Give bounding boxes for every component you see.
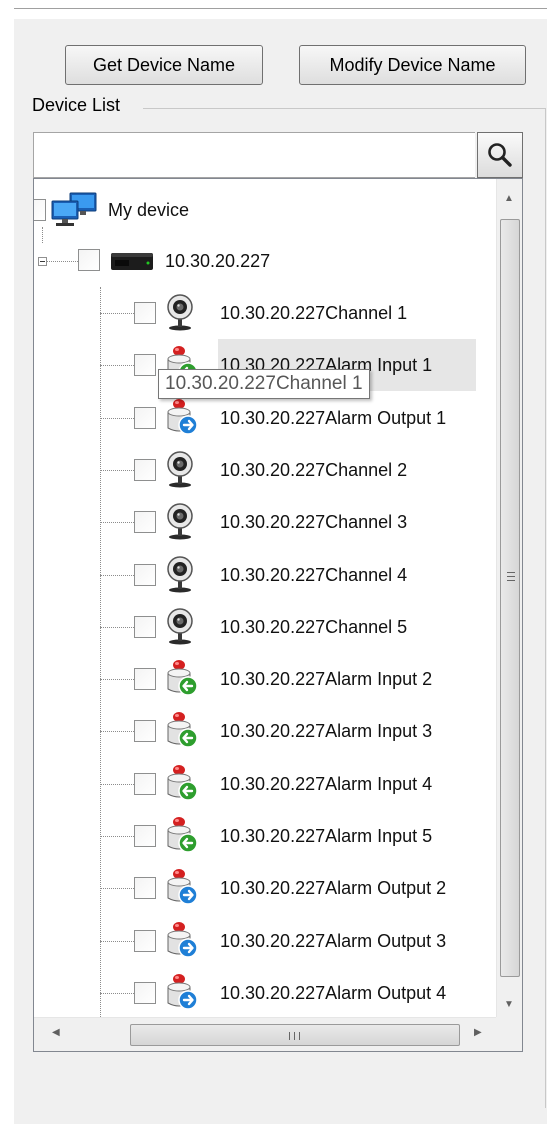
tree-connector bbox=[100, 627, 134, 628]
tree-item-label[interactable]: 10.30.20.227Channel 2 bbox=[220, 459, 407, 481]
device-list-label: Device List bbox=[32, 95, 121, 115]
search-button[interactable] bbox=[477, 132, 523, 178]
channel-checkbox[interactable] bbox=[134, 407, 156, 429]
channel-checkbox[interactable] bbox=[134, 720, 156, 742]
channel-checkbox[interactable] bbox=[134, 564, 156, 586]
tree-connector bbox=[100, 575, 134, 576]
channel-checkbox[interactable] bbox=[134, 930, 156, 952]
webcam-icon bbox=[164, 555, 198, 593]
tree-connector bbox=[100, 784, 134, 785]
alarm-input-icon bbox=[164, 816, 198, 854]
tree-connector bbox=[100, 888, 134, 889]
tree-connector bbox=[100, 470, 134, 471]
alarm-input-icon bbox=[164, 764, 198, 802]
device-search-input[interactable] bbox=[33, 132, 475, 178]
scroll-left-icon[interactable]: ◀ bbox=[52, 1027, 60, 1038]
group-box-right-border bbox=[545, 108, 546, 1108]
top-divider bbox=[14, 8, 547, 9]
webcam-icon bbox=[164, 293, 198, 331]
tree-item-label[interactable]: 10.30.20.227Channel 3 bbox=[220, 511, 407, 533]
network-computers-icon bbox=[51, 192, 97, 226]
horizontal-scrollbar[interactable]: ◀ ▶ bbox=[34, 1017, 496, 1051]
tree-item-label[interactable]: 10.30.20.227Alarm Output 2 bbox=[220, 877, 446, 899]
tree-connector bbox=[100, 941, 134, 942]
channel-checkbox[interactable] bbox=[134, 302, 156, 324]
tree-device-label[interactable]: 10.30.20.227 bbox=[165, 250, 270, 272]
tree-item-label[interactable]: 10.30.20.227Alarm Output 4 bbox=[220, 982, 446, 1004]
alarm-output-icon bbox=[164, 921, 198, 959]
tree-connector bbox=[100, 365, 134, 366]
tree-connector bbox=[42, 261, 78, 262]
group-box-top-border bbox=[143, 108, 545, 109]
grip-icon bbox=[507, 572, 515, 581]
tree-item-label[interactable]: 10.30.20.227Alarm Input 3 bbox=[220, 720, 432, 742]
tree-root-label[interactable]: My device bbox=[108, 199, 189, 221]
get-device-name-button[interactable]: Get Device Name bbox=[65, 45, 263, 85]
tree-connector bbox=[100, 522, 134, 523]
channel-checkbox[interactable] bbox=[134, 773, 156, 795]
horizontal-scroll-thumb[interactable] bbox=[130, 1024, 460, 1046]
dvr-device-icon bbox=[111, 253, 153, 270]
tree-connector bbox=[100, 313, 134, 314]
scrollbar-corner bbox=[496, 1017, 522, 1051]
channel-checkbox[interactable] bbox=[134, 354, 156, 376]
webcam-icon bbox=[164, 607, 198, 645]
scroll-down-icon[interactable]: ▼ bbox=[504, 999, 514, 1010]
tree-connector bbox=[100, 731, 134, 732]
scroll-up-icon[interactable]: ▲ bbox=[504, 193, 514, 204]
tree-connector bbox=[100, 993, 134, 994]
vertical-scroll-thumb[interactable] bbox=[500, 219, 520, 977]
scroll-right-icon[interactable]: ▶ bbox=[474, 1027, 482, 1038]
alarm-output-icon bbox=[164, 973, 198, 1011]
alarm-input-icon bbox=[164, 711, 198, 749]
tree-item-label[interactable]: 10.30.20.227Alarm Input 2 bbox=[220, 668, 432, 690]
channel-checkbox[interactable] bbox=[134, 668, 156, 690]
alarm-input-icon bbox=[164, 659, 198, 697]
tree-item-label[interactable]: 10.30.20.227Alarm Input 4 bbox=[220, 773, 432, 795]
tree-connector bbox=[42, 227, 43, 243]
webcam-icon bbox=[164, 502, 198, 540]
tooltip: 10.30.20.227Channel 1 bbox=[158, 369, 370, 399]
device-tree[interactable]: My device 10.30.20.227 10.30.20.227Chann… bbox=[33, 178, 523, 1052]
tree-connector bbox=[100, 287, 101, 1051]
tree-item-label[interactable]: 10.30.20.227Alarm Input 5 bbox=[220, 825, 432, 847]
channel-checkbox[interactable] bbox=[134, 459, 156, 481]
modify-device-name-button[interactable]: Modify Device Name bbox=[299, 45, 526, 85]
root-checkbox[interactable] bbox=[34, 199, 46, 221]
magnifier-icon bbox=[488, 143, 512, 167]
channel-checkbox[interactable] bbox=[134, 511, 156, 533]
tree-connector bbox=[100, 679, 134, 680]
tree-item-label[interactable]: 10.30.20.227Channel 1 bbox=[220, 302, 407, 324]
device-checkbox[interactable] bbox=[78, 249, 100, 271]
tree-connector bbox=[100, 418, 134, 419]
tree-item-label[interactable]: 10.30.20.227Alarm Output 3 bbox=[220, 930, 446, 952]
tree-item-label[interactable]: 10.30.20.227Channel 5 bbox=[220, 616, 407, 638]
tree-item-label[interactable]: 10.30.20.227Channel 4 bbox=[220, 564, 407, 586]
webcam-icon bbox=[164, 450, 198, 488]
grip-icon bbox=[289, 1032, 300, 1040]
alarm-output-icon bbox=[164, 868, 198, 906]
channel-checkbox[interactable] bbox=[134, 616, 156, 638]
alarm-output-icon bbox=[164, 398, 198, 436]
tree-connector bbox=[100, 836, 134, 837]
collapse-toggle[interactable] bbox=[38, 257, 47, 266]
channel-checkbox[interactable] bbox=[134, 825, 156, 847]
channel-checkbox[interactable] bbox=[134, 877, 156, 899]
tree-item-label[interactable]: 10.30.20.227Alarm Output 1 bbox=[220, 407, 446, 429]
vertical-scrollbar[interactable]: ▲ ▼ bbox=[496, 179, 522, 1017]
channel-checkbox[interactable] bbox=[134, 982, 156, 1004]
